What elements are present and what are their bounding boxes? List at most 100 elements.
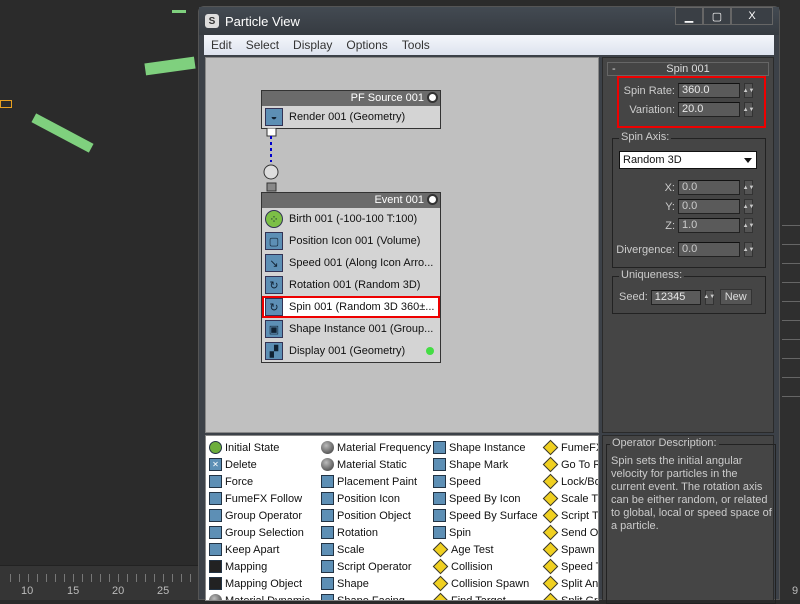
menu-display[interactable]: Display [286, 38, 339, 52]
depot-item[interactable]: Speed T [542, 558, 599, 575]
maximize-button[interactable]: ▢ [703, 7, 731, 25]
close-button[interactable]: X [731, 7, 773, 25]
pf-source-node[interactable]: PF Source 001 ◒ Render 001 (Geometry) [261, 90, 441, 129]
particle-shape [172, 10, 186, 13]
timeline-ruler[interactable]: 10 15 20 25 [0, 565, 210, 600]
axis-z-spinner[interactable]: ▲▼ [743, 218, 754, 233]
depot-item[interactable]: Placement Paint [321, 473, 431, 490]
operator-row[interactable]: ⁘ Birth 001 (-100-100 T:100) [262, 208, 440, 230]
axis-x-spinner[interactable]: ▲▼ [743, 180, 754, 195]
rollout-header[interactable]: - Spin 001 [607, 62, 769, 76]
depot-item[interactable]: Age Test [432, 541, 538, 558]
depot-item[interactable]: Mapping [209, 558, 310, 575]
operator-row[interactable]: ▞ Display 001 (Geometry) [262, 340, 440, 362]
depot-item[interactable]: Material Static [321, 456, 431, 473]
spin-rate-label: Spin Rate: [623, 84, 675, 97]
axis-y-input[interactable]: 0.0 [678, 199, 740, 214]
event-node[interactable]: Event 001 ⁘ Birth 001 (-100-100 T:100) ▢ P… [261, 192, 441, 363]
teapot-icon: ◒ [265, 108, 283, 126]
operator-label: Speed 001 (Along Icon Arro... [289, 257, 434, 269]
depot-item[interactable]: Scale [321, 541, 431, 558]
variation-spinner[interactable]: ▲▼ [743, 102, 754, 117]
depot-item[interactable]: Collision Spawn [432, 575, 538, 592]
operator-icon [321, 577, 334, 590]
operator-label: Shape Instance 001 (Group... [289, 323, 434, 335]
depot-item[interactable]: Position Icon [321, 490, 431, 507]
axis-y-spinner[interactable]: ▲▼ [743, 199, 754, 214]
depot-item[interactable]: Speed [433, 473, 538, 490]
variation-input[interactable]: 20.0 [678, 102, 740, 117]
operator-row[interactable]: ◒ Render 001 (Geometry) [262, 106, 440, 128]
depot-item[interactable]: Group Selection [209, 524, 310, 541]
minimize-button[interactable]: ▁ [675, 7, 703, 25]
depot-item[interactable]: Material Frequency [321, 439, 431, 456]
divergence-spinner[interactable]: ▲▼ [743, 242, 754, 257]
divergence-input[interactable]: 0.0 [678, 242, 740, 257]
depot-item[interactable]: Mapping Object [209, 575, 310, 592]
depot-item[interactable]: Force [209, 473, 310, 490]
depot-item[interactable]: Script T [542, 507, 598, 524]
depot-item-label: Keep Apart [225, 543, 280, 556]
depot-item-label: Shape Instance [449, 441, 526, 454]
spin-rate-input[interactable]: 360.0 [678, 83, 740, 98]
depot-item[interactable]: Go To R [542, 456, 598, 473]
depot-item-label: Position Icon [337, 492, 400, 505]
operator-row-selected[interactable]: ↻ Spin 001 (Random 3D 360±... [262, 296, 440, 318]
seed-spinner[interactable]: ▲▼ [703, 289, 715, 305]
menu-options[interactable]: Options [339, 38, 394, 52]
depot-column: FumeFX Go To R Lock/Bo Scale T Script T Send … [542, 439, 599, 600]
parameters-panel: - Spin 001 Spin Rate: 360.0 ▲▼ Variation… [602, 57, 774, 433]
menu-tools[interactable]: Tools [395, 38, 437, 52]
operator-row[interactable]: ↘ Speed 001 (Along Icon Arro... [262, 252, 440, 274]
menu-edit[interactable]: Edit [204, 38, 239, 52]
depot-item[interactable]: Shape [321, 575, 431, 592]
rotation-icon: ↻ [265, 276, 283, 294]
x-label: X: [664, 181, 675, 194]
depot-item[interactable]: Lock/Bo [542, 473, 598, 490]
depot-item[interactable]: Group Operator [209, 507, 310, 524]
depot-item[interactable]: Rotation [321, 524, 431, 541]
depot-item[interactable]: Speed By Icon [433, 490, 538, 507]
particle-graph-canvas[interactable]: PF Source 001 ◒ Render 001 (Geometry) Ev… [205, 57, 599, 433]
depot-item[interactable]: Position Object [321, 507, 431, 524]
operator-row[interactable]: ▢ Position Icon 001 (Volume) [262, 230, 440, 252]
depot-item[interactable]: Spawn [542, 541, 598, 558]
depot-item[interactable]: Shape Instance [433, 439, 538, 456]
depot-item-label: Speed T [561, 560, 599, 573]
operator-icon [209, 526, 222, 539]
test-icon [432, 575, 449, 592]
title-bar[interactable]: S Particle View ▁ ▢ X [199, 7, 779, 35]
depot-item[interactable]: Keep Apart [209, 541, 310, 558]
depot-item-label: Collision Spawn [451, 577, 530, 590]
depot-item-label: Material Frequency [337, 441, 432, 454]
spin-rate-spinner[interactable]: ▲▼ [743, 83, 754, 98]
operator-row[interactable]: ▣ Shape Instance 001 (Group... [262, 318, 440, 340]
new-seed-button[interactable]: New [719, 289, 752, 305]
depot-item[interactable]: Scale T [542, 490, 598, 507]
operator-row[interactable]: ↻ Rotation 001 (Random 3D) [262, 274, 440, 296]
lightbulb-icon[interactable] [427, 92, 438, 103]
depot-item[interactable]: Shape Mark [433, 456, 538, 473]
depot-item[interactable]: FumeFX Follow [209, 490, 310, 507]
depot-item-label: Speed By Icon [449, 492, 521, 505]
tick-label: 9 [792, 585, 799, 597]
depot-item[interactable]: ✕ Delete [209, 456, 310, 473]
depot-item[interactable]: Initial State [209, 439, 310, 456]
seed-input[interactable]: 12345 [650, 289, 701, 305]
axis-z-input[interactable]: 1.0 [678, 218, 740, 233]
lightbulb-icon[interactable] [427, 194, 438, 205]
depot-item[interactable]: Speed By Surface [433, 507, 538, 524]
depot-item[interactable]: Script Operator [321, 558, 431, 575]
depot-item-label: Material Dynamic [225, 594, 310, 601]
depot-item[interactable]: Spin [433, 524, 538, 541]
collapse-icon[interactable]: - [612, 63, 616, 75]
depot-column: Initial State ✕ Delete Force FumeFX Follow Gr… [209, 439, 310, 601]
depot-item[interactable]: Split An [542, 575, 598, 592]
depot-item[interactable]: Collision [432, 558, 538, 575]
menu-select[interactable]: Select [239, 38, 286, 52]
depot-item[interactable]: FumeFX [542, 439, 598, 456]
depot-item-label: Mapping Object [225, 577, 303, 590]
spin-axis-dropdown[interactable]: Random 3D [619, 151, 757, 169]
axis-x-input[interactable]: 0.0 [678, 180, 740, 195]
depot-item[interactable]: Send O [542, 524, 598, 541]
